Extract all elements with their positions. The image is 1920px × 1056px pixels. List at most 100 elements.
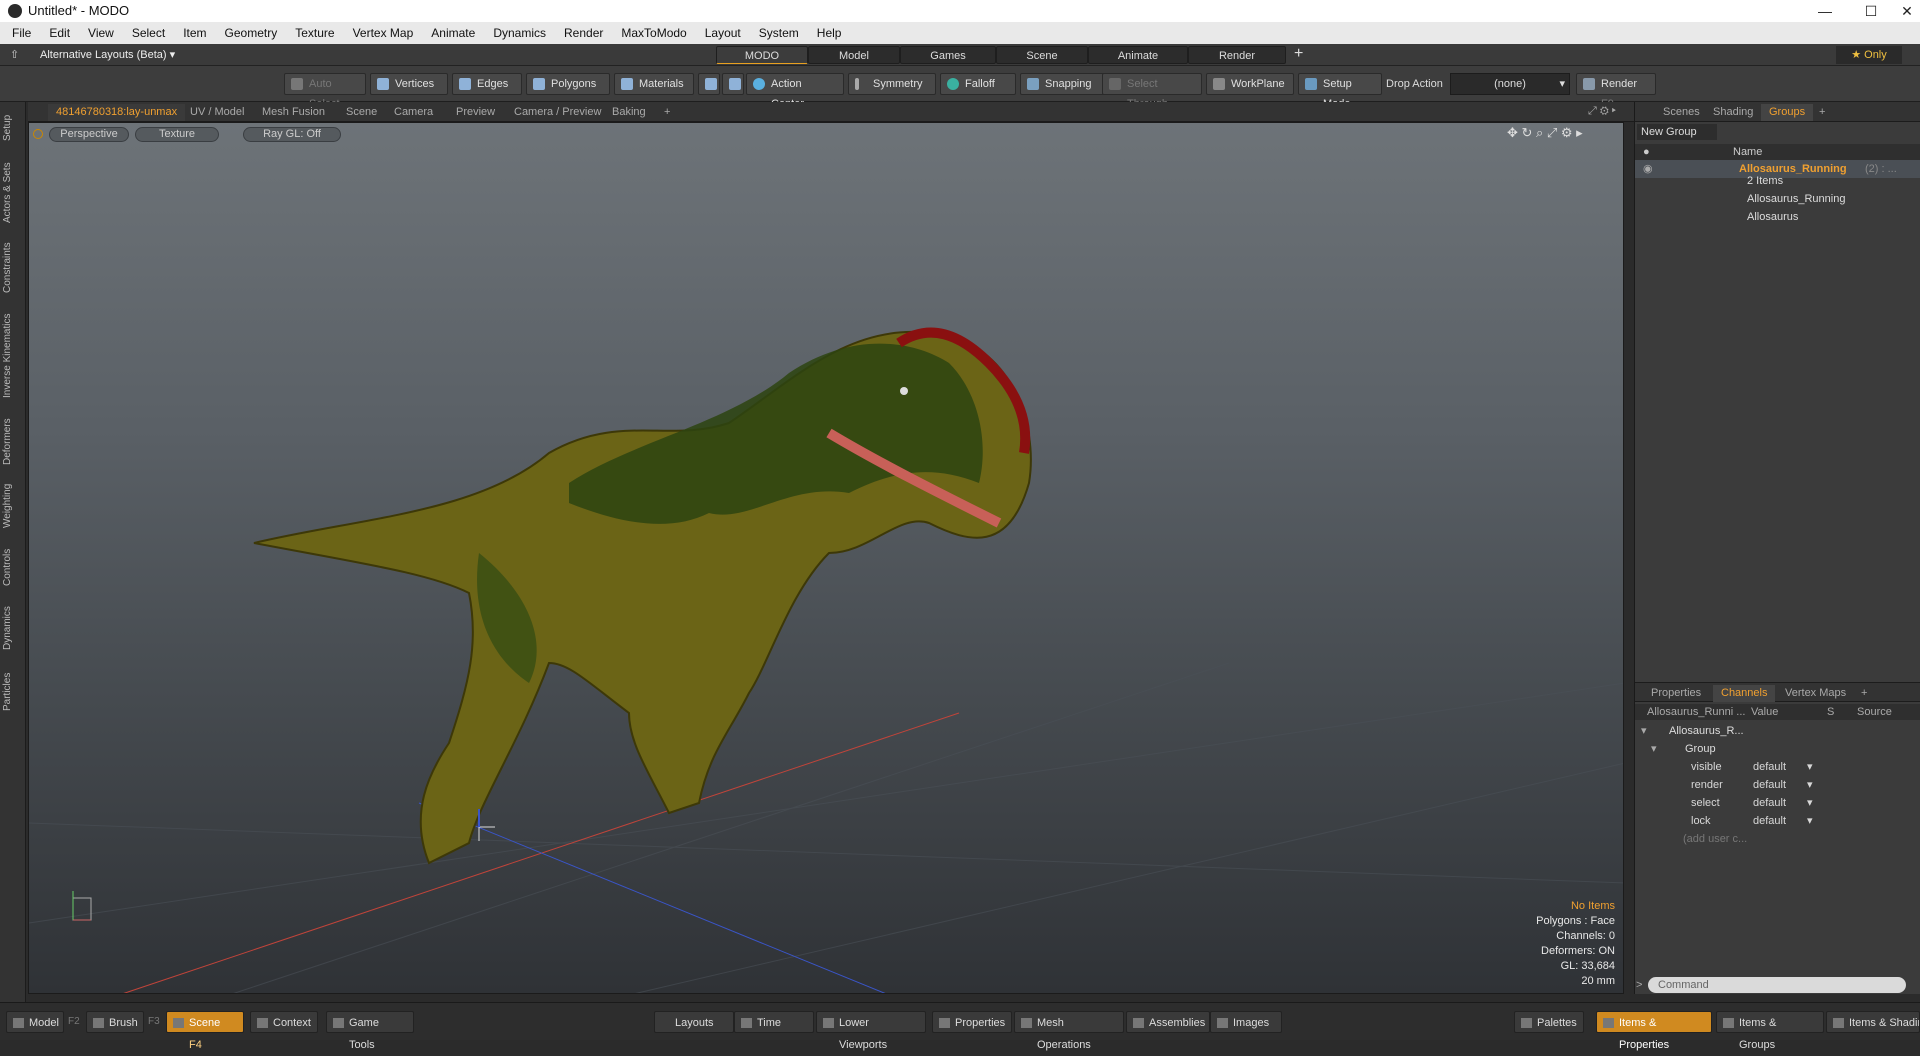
tab-camera[interactable]: Camera [386,104,441,121]
menu-dynamics[interactable]: Dynamics [493,26,546,40]
falloff-button[interactable]: Falloff [940,73,1016,95]
expand-arrow-icon[interactable]: ▾ [1641,722,1647,740]
tab-animate-layout[interactable]: Animate Layout [1088,46,1188,80]
symmetry-button[interactable]: Symmetry [848,73,936,95]
new-group-button[interactable]: New Group [1637,124,1717,140]
vtab-weighting[interactable]: Weighting [2,478,24,534]
items-properties-button[interactable]: Items & Properties [1596,1011,1712,1051]
model-button[interactable]: Model [6,1011,64,1033]
vtab-actors-sets[interactable]: Actors & Sets [2,156,24,230]
tab-scene[interactable]: Scene [338,104,385,121]
channel-value[interactable]: default [1753,776,1786,794]
vtab-dynamics[interactable]: Dynamics [2,600,24,656]
up-arrow-icon[interactable]: ⇧ [10,48,20,61]
auto-select-button[interactable]: Auto Select [284,73,366,110]
table-row[interactable]: select default ▾ [1635,794,1920,812]
chevron-down-icon[interactable]: ▾ [1807,758,1813,776]
tab-shading[interactable]: Shading [1705,104,1761,121]
mesh-operations-button[interactable]: Mesh Operations [1014,1011,1124,1051]
only-toggle[interactable]: ★ Only [1836,46,1902,64]
vtab-inverse-kinematics[interactable]: Inverse Kinematics [2,306,24,406]
game-tools-button[interactable]: Game Tools [326,1011,414,1051]
tab-camera-preview[interactable]: Camera / Preview [506,104,609,121]
vtab-particles[interactable]: Particles [2,664,24,720]
channel-value[interactable]: default [1753,758,1786,776]
tab-scene-layout[interactable]: Scene Layout [996,46,1088,80]
list-item[interactable]: Allosaurus [1635,208,1920,226]
menu-animate[interactable]: Animate [431,26,475,40]
chevron-down-icon[interactable]: ▾ [1807,776,1813,794]
menu-help[interactable]: Help [817,26,842,40]
tab-lay-unmax[interactable]: 48146780318:lay-unmax [48,104,186,121]
chevron-down-icon[interactable]: ▾ [1807,794,1813,812]
assemblies-button[interactable]: Assemblies [1126,1011,1210,1033]
tab-render-layout[interactable]: Render Layout [1188,46,1286,80]
workplane-button[interactable]: WorkPlane [1206,73,1294,95]
menu-render[interactable]: Render [564,26,603,40]
tab-preview[interactable]: Preview [448,104,503,121]
maximize-viewport-icon[interactable]: ⤢ ⚙ ▸ [1588,105,1616,118]
select-mode-a-button[interactable] [698,73,720,95]
menu-item[interactable]: Item [183,26,206,40]
vtab-controls[interactable]: Controls [2,542,24,592]
command-input[interactable]: Command [1648,977,1906,993]
drop-action-select[interactable]: (none) ▾ [1450,73,1570,95]
add-tab-button[interactable]: + [656,104,678,121]
items-groups-button[interactable]: Items & Groups [1716,1011,1824,1051]
palettes-button[interactable]: Palettes [1514,1011,1584,1033]
channel-value[interactable]: default [1753,794,1786,812]
menu-maxtomodo[interactable]: MaxToModo [621,26,686,40]
brush-button[interactable]: Brush [86,1011,144,1033]
vtab-setup[interactable]: Setup [2,108,24,148]
select-mode-b-button[interactable] [722,73,744,95]
menu-view[interactable]: View [88,26,114,40]
properties-button[interactable]: Properties [932,1011,1012,1033]
scene-button[interactable]: Scene F4 [166,1011,244,1051]
tab-vertex-maps[interactable]: Vertex Maps [1777,685,1854,702]
select-through-button[interactable]: Select Through [1102,73,1202,110]
table-row[interactable]: render default ▾ [1635,776,1920,794]
action-center-button[interactable]: Action Center [746,73,844,110]
layouts-button[interactable]: Layouts [654,1011,734,1033]
items-shading-button[interactable]: Items & Shadin [1826,1011,1920,1033]
context-button[interactable]: Context [250,1011,318,1033]
maximize-button[interactable]: ☐ [1848,0,1894,22]
edges-button[interactable]: Edges [452,73,522,95]
add-layout-button[interactable]: + [1294,45,1303,63]
add-panel-tab-button[interactable]: + [1811,104,1833,121]
table-row[interactable]: visible default ▾ [1635,758,1920,776]
menu-texture[interactable]: Texture [295,26,334,40]
expand-arrow-icon[interactable]: ▾ [1651,740,1657,758]
channel-root-row[interactable]: ▾ Allosaurus_R... [1635,722,1920,740]
tab-properties[interactable]: Properties [1643,685,1709,702]
tab-model-layout[interactable]: Model Layout [808,46,900,80]
tab-groups[interactable]: Groups [1761,104,1814,121]
menu-layout[interactable]: Layout [705,26,741,40]
lower-viewports-button[interactable]: Lower Viewports [816,1011,926,1051]
tab-games-layout[interactable]: Games Layout [900,46,996,80]
render-button[interactable]: Render F9 [1576,73,1656,110]
tab-modo-layout[interactable]: MODO Layout [716,46,808,80]
list-item[interactable]: Allosaurus_Running [1635,190,1920,208]
images-button[interactable]: Images [1210,1011,1282,1033]
close-button[interactable]: ✕ [1894,0,1920,22]
vertices-button[interactable]: Vertices [370,73,448,95]
menu-edit[interactable]: Edit [49,26,70,40]
materials-button[interactable]: Materials [614,73,694,95]
polygons-button[interactable]: Polygons [526,73,610,95]
table-row[interactable]: lock default ▾ [1635,812,1920,830]
tab-scenes[interactable]: Scenes [1655,104,1708,121]
tab-baking[interactable]: Baking [604,104,654,121]
time-button[interactable]: Time [734,1011,814,1033]
vtab-constraints[interactable]: Constraints [2,238,24,298]
menu-system[interactable]: System [759,26,799,40]
add-properties-tab-button[interactable]: + [1853,685,1875,702]
setup-mode-button[interactable]: Setup Mode [1298,73,1382,110]
menu-geometry[interactable]: Geometry [225,26,278,40]
vtab-deformers[interactable]: Deformers [2,414,24,470]
tab-channels[interactable]: Channels [1713,685,1776,702]
channel-value[interactable]: default [1753,812,1786,830]
minimize-button[interactable]: — [1802,0,1848,22]
alternative-layouts-dropdown[interactable]: Alternative Layouts (Beta) ▾ [40,48,175,61]
menu-select[interactable]: Select [132,26,165,40]
